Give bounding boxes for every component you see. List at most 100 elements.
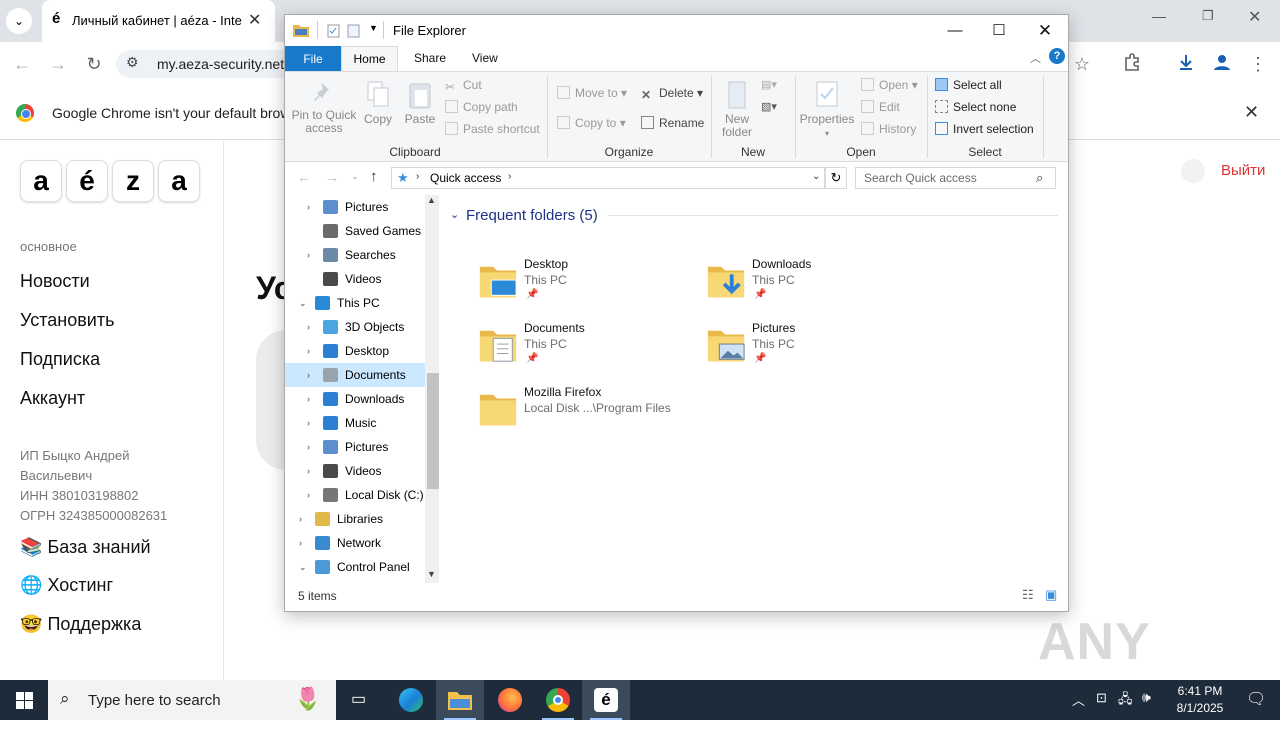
refresh-icon[interactable]: ↻ [825, 167, 847, 189]
reload-icon[interactable]: ↻ [82, 52, 106, 76]
edit-button[interactable]: Edit [861, 100, 900, 114]
bookmark-star-icon[interactable]: ☆ [1070, 52, 1094, 76]
group-header[interactable]: Frequent folders (5) [466, 207, 598, 224]
expand-arrow-icon[interactable]: › [307, 387, 310, 411]
nav-tree-item[interactable]: › Documents [285, 363, 425, 387]
show-hidden-icons-icon[interactable]: ︿ [1072, 690, 1085, 709]
delete-button[interactable]: ✕ Delete ▾ [641, 86, 703, 102]
cut-button[interactable]: ✂ Cut [445, 78, 482, 94]
expand-arrow-icon[interactable]: › [299, 507, 302, 531]
breadcrumb[interactable]: Quick access [430, 171, 501, 185]
tab-search-button[interactable]: ⌄ [6, 8, 32, 34]
browser-tab-active[interactable]: é Личный кабинет | aéza - Intern ✕ [42, 0, 275, 42]
copy-to-button[interactable]: Copy to ▾ [557, 116, 626, 130]
firefox-taskbar-button[interactable] [486, 680, 534, 720]
qat-dropdown-icon[interactable]: ▼ [369, 23, 378, 33]
volume-icon[interactable]: 🕪 [1142, 689, 1151, 706]
clock-time[interactable]: 6:41 PM [1172, 684, 1228, 698]
maximize-button[interactable]: ☐ [976, 19, 1022, 43]
browser-restore-button[interactable]: ❐ [1202, 8, 1228, 24]
new-folder-qat-icon[interactable] [347, 24, 361, 38]
copy-button[interactable]: Copy [361, 80, 395, 126]
properties-qat-icon[interactable] [327, 24, 341, 38]
pin-to-quick-access-button[interactable]: Pin to Quick access [289, 80, 359, 135]
nav-tree-item[interactable]: › Pictures [285, 435, 425, 459]
new-folder-button[interactable]: New folder [715, 80, 759, 139]
expand-arrow-icon[interactable]: › [299, 531, 302, 555]
tab-file[interactable]: File [285, 46, 341, 72]
notifications-icon[interactable]: 🗨 [1246, 689, 1266, 709]
nav-tree-item[interactable]: › Local Disk (C:) [285, 483, 425, 507]
edge-taskbar-button[interactable] [386, 680, 434, 720]
tab-home[interactable]: Home [341, 46, 398, 73]
expand-arrow-icon[interactable]: › [307, 195, 310, 219]
expand-arrow-icon[interactable]: › [307, 339, 310, 363]
address-box[interactable]: ★ › Quick access › ⌄ [391, 167, 825, 189]
select-all-button[interactable]: Select all [935, 78, 1002, 92]
nav-tree-item[interactable]: Videos [285, 267, 425, 291]
clock-date[interactable]: 8/1/2025 [1170, 701, 1230, 715]
nav-tree-item[interactable]: › Desktop [285, 339, 425, 363]
address-dropdown-icon[interactable]: ⌄ [812, 171, 820, 182]
open-button[interactable]: Open ▾ [861, 78, 918, 92]
nav-tree-item[interactable]: Saved Games [285, 219, 425, 243]
nav-tree-item[interactable]: › Videos [285, 459, 425, 483]
profile-avatar-icon[interactable] [1210, 52, 1234, 76]
site-info-icon[interactable]: ⚙ [126, 54, 139, 71]
scroll-up-icon[interactable]: ▲ [427, 195, 436, 205]
extensions-icon[interactable] [1120, 52, 1144, 76]
minimize-button[interactable]: — [932, 19, 978, 43]
task-view-button[interactable]: ▭ [336, 680, 384, 720]
hosting-link[interactable]: 🌐 Хостинг [20, 575, 113, 596]
collapse-arrow-icon[interactable]: ⌄ [299, 291, 307, 315]
paste-button[interactable]: Paste [401, 80, 439, 126]
expand-arrow-icon[interactable]: › [307, 483, 310, 507]
scroll-down-icon[interactable]: ▼ [427, 569, 436, 579]
breadcrumb-chevron-icon[interactable]: › [416, 171, 419, 182]
help-icon[interactable]: ? [1049, 48, 1065, 64]
back-arrow-icon[interactable]: ← [10, 52, 34, 76]
recent-locations-icon[interactable]: ⌄ [351, 171, 359, 182]
expand-arrow-icon[interactable]: › [307, 315, 310, 339]
expand-arrow-icon[interactable]: › [307, 243, 310, 267]
nav-tree-item[interactable]: › Network [285, 531, 425, 555]
paste-shortcut-button[interactable]: Paste shortcut [445, 122, 540, 136]
nav-tree-item[interactable]: › Pictures [285, 195, 425, 219]
details-view-icon[interactable]: ☷ [1022, 587, 1034, 603]
search-input[interactable]: Search Quick access ⌕ [855, 167, 1056, 189]
collapse-arrow-icon[interactable]: ⌄ [299, 555, 307, 579]
nav-link-news[interactable]: Новости [20, 271, 90, 292]
browser-minimize-button[interactable]: — [1152, 8, 1178, 24]
forward-icon[interactable]: → [325, 169, 339, 185]
expand-arrow-icon[interactable]: › [307, 435, 310, 459]
folder-tile[interactable]: Documents This PC 📌 [478, 321, 698, 377]
tab-view[interactable]: View [472, 51, 498, 65]
logout-link[interactable]: Выйти [1221, 162, 1265, 179]
file-explorer-taskbar-button[interactable] [436, 680, 484, 720]
new-item-icon[interactable]: ▤▾ [761, 78, 777, 91]
tiles-view-icon[interactable]: ▣ [1045, 587, 1057, 603]
history-button[interactable]: History [861, 122, 916, 136]
navigation-scrollbar[interactable]: ▲ ▼ [425, 195, 439, 583]
taskbar-search-box[interactable]: ⌕ Type here to search 🌷 [48, 680, 336, 720]
scrollbar-thumb[interactable] [427, 373, 439, 489]
nav-link-subscription[interactable]: Подписка [20, 349, 100, 370]
forward-arrow-icon[interactable]: → [46, 52, 70, 76]
nav-link-install[interactable]: Установить [20, 310, 114, 331]
rename-button[interactable]: Rename [641, 116, 704, 130]
collapse-group-icon[interactable]: ⌄ [450, 208, 459, 221]
meet-now-icon[interactable]: ⊡ [1096, 690, 1107, 706]
chrome-taskbar-button[interactable] [534, 680, 582, 720]
properties-button[interactable]: Properties ▾ [799, 80, 855, 140]
nav-tree-item[interactable]: › Libraries [285, 507, 425, 531]
user-avatar[interactable] [1181, 159, 1205, 183]
easy-access-icon[interactable]: ▧▾ [761, 100, 777, 113]
expand-arrow-icon[interactable]: › [307, 411, 310, 435]
folder-tile[interactable]: Mozilla Firefox Local Disk ...\Program Fi… [478, 385, 698, 441]
up-icon[interactable]: ↑ [370, 168, 378, 185]
select-none-button[interactable]: Select none [935, 100, 1016, 114]
move-to-button[interactable]: Move to ▾ [557, 86, 627, 100]
nav-tree-item[interactable]: › Searches [285, 243, 425, 267]
expand-arrow-icon[interactable]: › [307, 459, 310, 483]
nav-link-account[interactable]: Аккаунт [20, 388, 85, 409]
